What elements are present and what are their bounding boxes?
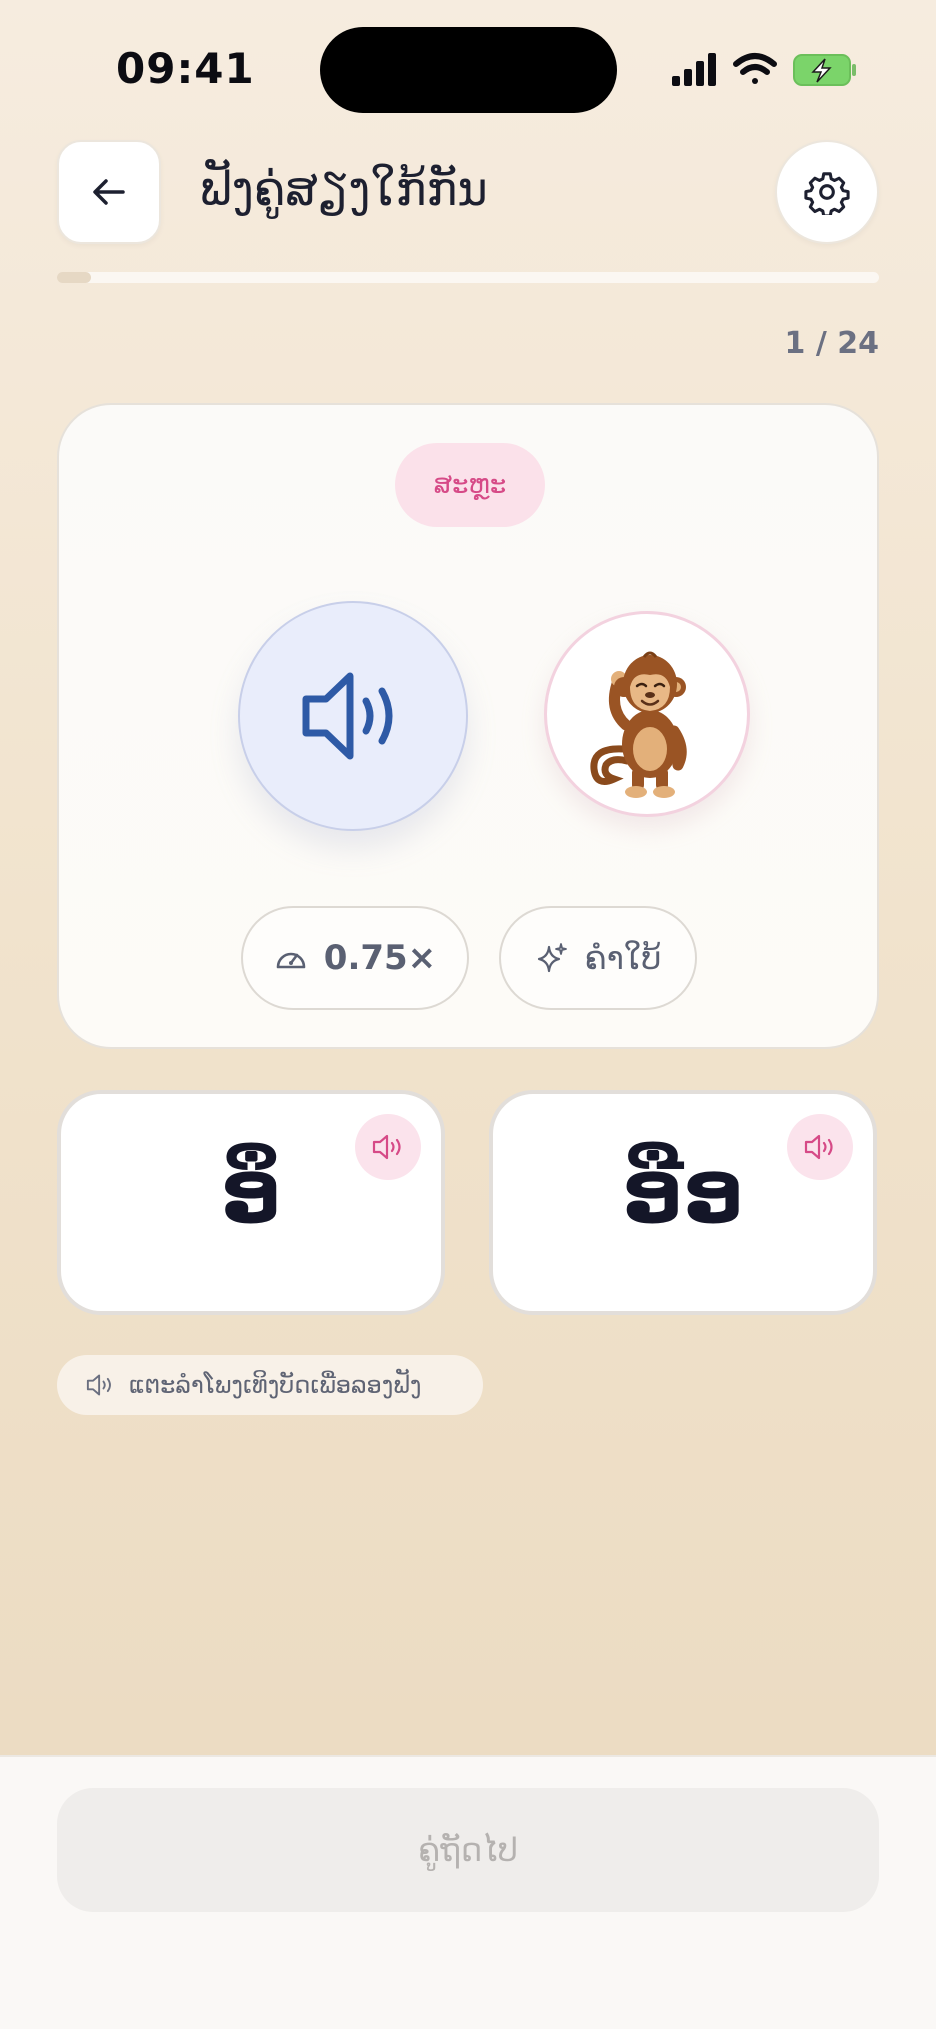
answer-option-1[interactable]: ອຶ	[57, 1090, 445, 1315]
status-time: 09:41	[116, 44, 255, 93]
progress-counter: 1 / 24	[784, 326, 879, 361]
progress-bar	[57, 272, 879, 283]
status-bar: 09:41	[0, 0, 936, 140]
playback-speed-label: 0.75×	[323, 938, 437, 978]
back-button[interactable]	[57, 140, 161, 244]
answer-2-text: ອືອ	[622, 1144, 744, 1242]
gear-icon	[804, 172, 850, 215]
top-bar: ຟັງຄູ່ສຽງໃກ້ກັນ	[0, 140, 936, 250]
battery-charging-icon	[793, 54, 856, 86]
wifi-icon	[733, 53, 777, 84]
page-title: ຟັງຄູ່ສຽງໃກ້ກັນ	[200, 162, 488, 216]
next-pair-button[interactable]: ຄູ່ຖັດໄປ	[57, 1788, 879, 1912]
status-icons	[670, 50, 860, 90]
category-tag: ສະຫຼະ	[395, 443, 545, 527]
sparkle-icon	[537, 943, 567, 973]
speedometer-icon	[276, 952, 306, 969]
progress-fill	[57, 272, 92, 283]
mascot-avatar	[544, 611, 750, 817]
answer-1-text: ອຶ	[220, 1144, 282, 1242]
monkey-illustration	[590, 651, 687, 798]
speaker-icon	[302, 672, 393, 760]
dynamic-island	[320, 27, 617, 113]
playback-speed-button[interactable]: 0.75×	[241, 906, 469, 1010]
cellular-signal-icon	[672, 53, 716, 86]
listening-card: ສະຫຼະ 0.75× ຄຳໃບ້	[57, 403, 879, 1049]
play-sound-button[interactable]	[238, 601, 468, 831]
bottom-panel: ຄູ່ຖັດໄປ	[0, 1755, 936, 2029]
answer-option-2[interactable]: ອືອ	[489, 1090, 877, 1315]
hint-label: ຄຳໃບ້	[584, 939, 662, 977]
speaker-icon	[86, 1374, 111, 1396]
back-arrow-icon	[93, 179, 125, 205]
tip-text: ແຕະລຳໂພງເທິງບັດເພື່ອລອງຟັງ	[129, 1371, 422, 1399]
settings-button[interactable]	[775, 140, 879, 244]
hint-button[interactable]: ຄຳໃບ້	[499, 906, 697, 1010]
tip-banner: ແຕະລຳໂພງເທິງບັດເພື່ອລອງຟັງ	[57, 1355, 483, 1415]
